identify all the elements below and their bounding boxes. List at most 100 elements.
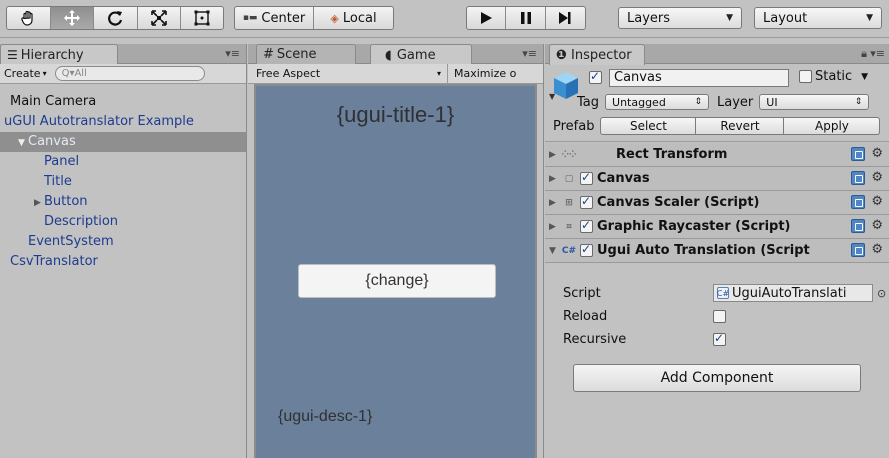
tab-scene[interactable]: # Scene — [256, 44, 356, 64]
panel-menu-icon[interactable]: ▾≡ — [225, 47, 240, 60]
object-picker-icon[interactable]: ⊙ — [877, 287, 886, 300]
pause-button[interactable] — [506, 7, 546, 29]
maximize-on-play-toggle[interactable]: Maximize o — [454, 67, 516, 80]
hand-tool-button[interactable] — [7, 7, 51, 29]
gear-icon[interactable]: ⚙ — [871, 219, 883, 233]
hierarchy-item[interactable]: Description — [0, 212, 246, 232]
panel-menu-icon[interactable]: ▾≡ — [522, 47, 537, 60]
dropdown-arrow-icon[interactable]: ▼ — [861, 72, 868, 82]
tag-dropdown[interactable]: Untagged ⇕ — [605, 94, 710, 110]
move-tool-button[interactable] — [50, 7, 95, 29]
gear-icon[interactable]: ⚙ — [871, 171, 883, 185]
csharp-script-icon: C# — [561, 245, 577, 256]
prefab-apply-button[interactable]: Apply — [784, 117, 881, 135]
recursive-checkbox[interactable] — [713, 331, 726, 346]
gear-icon[interactable]: ⚙ — [871, 243, 883, 257]
fold-closed-icon[interactable]: ▶ — [549, 198, 561, 208]
recursive-property-row: Recursive — [545, 328, 889, 350]
game-description-text: {ugui-desc-1} — [278, 408, 373, 425]
rotate-tool-button[interactable] — [94, 7, 138, 29]
scale-icon — [151, 10, 167, 26]
panel-menu-icon[interactable]: ▾≡ — [870, 47, 885, 60]
component-actions: ⚙ — [851, 195, 883, 209]
hierarchy-item[interactable]: ▼ Canvas — [0, 132, 246, 152]
play-button[interactable] — [467, 7, 507, 29]
hierarchy-item[interactable]: Title — [0, 172, 246, 192]
game-viewport[interactable]: {ugui-title-1} {change} {ugui-desc-1} — [256, 86, 535, 458]
component-header[interactable]: ▶ ⁘⁘ Rect Transform ⚙ — [545, 143, 889, 167]
fold-open-icon[interactable]: ▼ — [549, 246, 561, 256]
component-header[interactable]: ▶ ⊞ Canvas Scaler (Script) ⚙ — [545, 191, 889, 215]
gear-icon[interactable]: ⚙ — [871, 147, 883, 161]
tag-layer-row: Tag Untagged ⇕ Layer UI ⇕ — [545, 92, 870, 112]
prefab-revert-button[interactable]: Revert — [696, 117, 785, 135]
inspector-tabbar: ❶ Inspector 🔒︎ ▾≡ — [545, 44, 889, 65]
component-enabled-checkbox[interactable] — [580, 242, 593, 257]
hierarchy-item-label: Title — [44, 174, 72, 189]
hierarchy-item-label: Button — [44, 194, 88, 209]
tab-game[interactable]: ◖ Game — [370, 44, 472, 65]
fold-closed-icon[interactable]: ▶ — [549, 150, 561, 160]
game-view-panel: # Scene ◖ Game ▾≡ Free Aspect ▾ Maximize… — [248, 44, 544, 458]
dropdown-arrow-icon: ▼ — [726, 13, 733, 23]
static-toggle[interactable]: Static ▼ — [799, 69, 868, 84]
reload-checkbox[interactable] — [713, 309, 726, 323]
local-space-icon: ◈ — [330, 11, 339, 25]
scale-tool-button[interactable] — [138, 7, 182, 29]
component-enabled-checkbox[interactable] — [580, 170, 593, 185]
tab-hierarchy[interactable]: ☰ Hierarchy — [0, 44, 118, 65]
layer-dropdown[interactable]: UI ⇕ — [759, 94, 870, 110]
component-enabled-checkbox[interactable] — [580, 194, 593, 209]
game-view-toolbar: Free Aspect ▾ Maximize o — [248, 63, 543, 84]
hierarchy-item[interactable]: EventSystem — [0, 232, 246, 252]
lock-icon[interactable]: 🔒︎ — [861, 47, 867, 61]
gear-icon[interactable]: ⚙ — [871, 195, 883, 209]
add-component-button[interactable]: Add Component — [573, 364, 861, 392]
transform-tools — [6, 6, 224, 30]
help-book-icon[interactable] — [851, 147, 866, 161]
layout-dropdown[interactable]: Layout ▼ — [754, 7, 882, 29]
object-name-input[interactable]: Canvas — [609, 69, 789, 87]
fold-closed-icon[interactable]: ▶ — [549, 174, 561, 184]
component-header[interactable]: ▼C# Ugui Auto Translation (Script ⚙ — [545, 239, 889, 263]
hierarchy-item-label: Description — [44, 214, 119, 229]
rect-tool-button[interactable] — [181, 7, 223, 29]
game-change-button[interactable]: {change} — [298, 264, 496, 298]
hierarchy-item[interactable]: Panel — [0, 152, 246, 172]
layers-dropdown[interactable]: Layers ▼ — [618, 7, 742, 29]
prefab-select-button[interactable]: Select — [600, 117, 697, 135]
fold-closed-icon[interactable]: ▶ — [34, 193, 44, 213]
rotate-icon — [108, 11, 123, 26]
playback-controls — [466, 6, 586, 30]
script-object-field[interactable]: C# UguiAutoTranslati — [713, 284, 873, 302]
hierarchy-item[interactable]: uGUI Autotranslator Example — [0, 112, 246, 132]
fold-open-icon[interactable]: ▼ — [18, 133, 28, 153]
hierarchy-item-label: Main Camera — [10, 94, 97, 109]
pivot-rotation-button[interactable]: ◈ Local — [314, 7, 393, 29]
help-book-icon[interactable] — [851, 171, 866, 185]
hierarchy-item-label: EventSystem — [28, 234, 114, 249]
canvas-icon: ▢ — [564, 173, 574, 184]
game-title-text: {ugui-title-1} — [336, 102, 455, 127]
hierarchy-item[interactable]: ▶ Button — [0, 192, 246, 212]
help-book-icon[interactable] — [851, 219, 866, 233]
help-book-icon[interactable] — [851, 243, 866, 257]
step-button[interactable] — [546, 7, 585, 29]
play-icon — [481, 12, 493, 24]
hierarchy-item[interactable]: Main Camera — [0, 92, 246, 112]
aspect-dropdown[interactable]: Free Aspect ▾ — [256, 63, 448, 84]
script-property-row: Script C# UguiAutoTranslati ⊙ — [563, 284, 887, 302]
hierarchy-item[interactable]: CsvTranslator — [0, 252, 246, 272]
static-checkbox[interactable] — [799, 70, 812, 83]
dropdown-arrow-icon: ▾ — [42, 69, 47, 78]
component-enabled-checkbox[interactable] — [580, 218, 593, 233]
active-checkbox[interactable] — [589, 69, 602, 84]
pivot-mode-button[interactable]: ▪▬ Center — [235, 7, 314, 29]
hierarchy-search-input[interactable]: Q▾All — [54, 66, 205, 81]
component-header[interactable]: ▶ ⌗ Graphic Raycaster (Script) ⚙ — [545, 215, 889, 239]
create-dropdown[interactable]: Create ▾ — [4, 67, 47, 80]
component-header[interactable]: ▶▢ Canvas ⚙ — [545, 167, 889, 191]
tab-inspector[interactable]: ❶ Inspector — [549, 44, 645, 65]
fold-closed-icon[interactable]: ▶ — [549, 222, 561, 232]
help-book-icon[interactable] — [851, 195, 866, 209]
